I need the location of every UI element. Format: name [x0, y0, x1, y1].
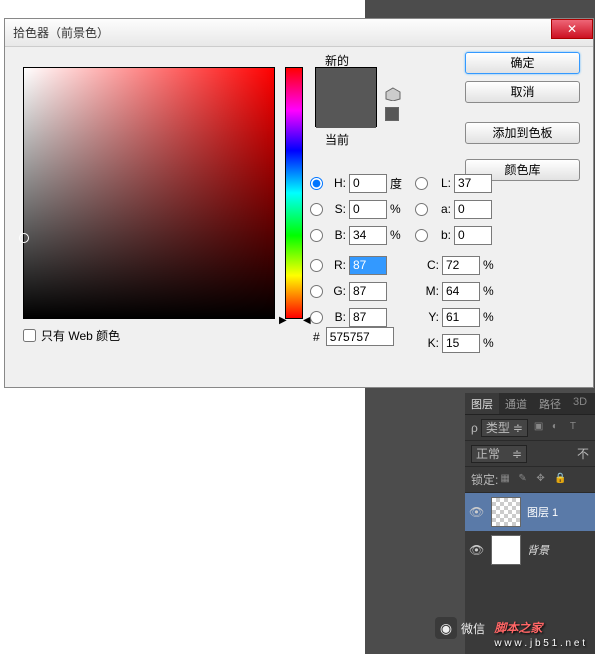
layer-row-bg[interactable]: 👁 背景: [465, 531, 595, 569]
radio-b[interactable]: [310, 229, 323, 242]
input-l[interactable]: [454, 174, 492, 193]
input-y[interactable]: [442, 308, 480, 327]
tab-paths[interactable]: 路径: [533, 393, 567, 414]
layer-name-bg: 背景: [527, 542, 549, 558]
opacity-label: 不: [577, 445, 589, 462]
wechat-watermark: ◉ 微信: [435, 617, 485, 639]
visibility-icon[interactable]: 👁: [469, 543, 485, 557]
web-only-checkbox[interactable]: [23, 329, 36, 342]
lock-all-icon[interactable]: 🔒: [554, 473, 568, 487]
input-blue[interactable]: [349, 308, 387, 327]
tab-layers[interactable]: 图层: [465, 393, 499, 414]
lock-pixels-icon[interactable]: ✎: [518, 473, 532, 487]
lock-label: 锁定:: [471, 471, 498, 488]
lock-transparent-icon[interactable]: ▦: [500, 473, 514, 487]
current-color-label: 当前: [325, 131, 349, 148]
filter-pixel-icon[interactable]: ▣: [534, 421, 548, 435]
input-m[interactable]: [442, 282, 480, 301]
panel-tabs: 图层 通道 路径 3D: [465, 393, 595, 415]
preview-new[interactable]: [316, 68, 376, 98]
filter-type-dropdown[interactable]: 类型 ≑: [481, 419, 528, 437]
lock-position-icon[interactable]: ✥: [536, 473, 550, 487]
ok-button[interactable]: 确定: [465, 52, 580, 74]
input-a[interactable]: [454, 200, 492, 219]
input-h[interactable]: [349, 174, 387, 193]
radio-blue[interactable]: [310, 311, 323, 324]
filter-adjust-icon[interactable]: ◐: [552, 421, 566, 435]
preview-current[interactable]: [316, 98, 376, 128]
hue-arrow-left: ▶: [279, 315, 287, 326]
web-only-label: 只有 Web 颜色: [41, 327, 120, 344]
color-picker-dialog: 拾色器（前景色） ✕ ▶ ◀ 新的 当前 确定 取消 添加到色板 颜色库 H:度: [4, 18, 594, 388]
layer-row-1[interactable]: 👁 图层 1: [465, 493, 595, 531]
input-lab-b[interactable]: [454, 226, 492, 245]
layer-thumbnail[interactable]: [491, 535, 521, 565]
color-preview: [315, 67, 377, 127]
hue-slider[interactable]: [285, 67, 303, 319]
input-g[interactable]: [349, 282, 387, 301]
visibility-icon[interactable]: 👁: [469, 505, 485, 519]
radio-a[interactable]: [415, 203, 428, 216]
input-r[interactable]: [349, 256, 387, 275]
color-field[interactable]: [23, 67, 275, 319]
web-only-checkbox-row: 只有 Web 颜色: [23, 327, 120, 344]
add-swatch-button[interactable]: 添加到色板: [465, 122, 580, 144]
wechat-icon: ◉: [435, 617, 457, 639]
websafe-swatch-icon[interactable]: [385, 107, 399, 121]
picker-cursor: [19, 233, 29, 243]
radio-r[interactable]: [310, 259, 323, 272]
tab-channels[interactable]: 通道: [499, 393, 533, 414]
input-s[interactable]: [349, 200, 387, 219]
radio-g[interactable]: [310, 285, 323, 298]
layer-thumbnail[interactable]: [491, 497, 521, 527]
radio-h[interactable]: [310, 177, 323, 190]
hex-prefix: #: [313, 330, 320, 344]
gamut-warning-icon[interactable]: [385, 87, 401, 101]
cancel-button[interactable]: 取消: [465, 81, 580, 103]
filter-type-icon[interactable]: T: [570, 421, 584, 435]
input-k[interactable]: [442, 334, 480, 353]
hex-input[interactable]: [326, 327, 394, 346]
layer-name: 图层 1: [527, 504, 558, 520]
site-watermark: 脚本之家 w w w . j b 5 1 . n e t: [494, 615, 585, 649]
radio-lab-b[interactable]: [415, 229, 428, 242]
radio-l[interactable]: [415, 177, 428, 190]
hex-row: #: [313, 327, 394, 346]
radio-s[interactable]: [310, 203, 323, 216]
close-button[interactable]: ✕: [551, 19, 593, 39]
input-brightness[interactable]: [349, 226, 387, 245]
input-c[interactable]: [442, 256, 480, 275]
dialog-title: 拾色器（前景色）: [13, 24, 109, 41]
tab-3d[interactable]: 3D: [567, 393, 593, 414]
blend-mode-dropdown[interactable]: 正常 ≑: [471, 445, 527, 463]
titlebar[interactable]: 拾色器（前景色） ✕: [5, 19, 593, 47]
